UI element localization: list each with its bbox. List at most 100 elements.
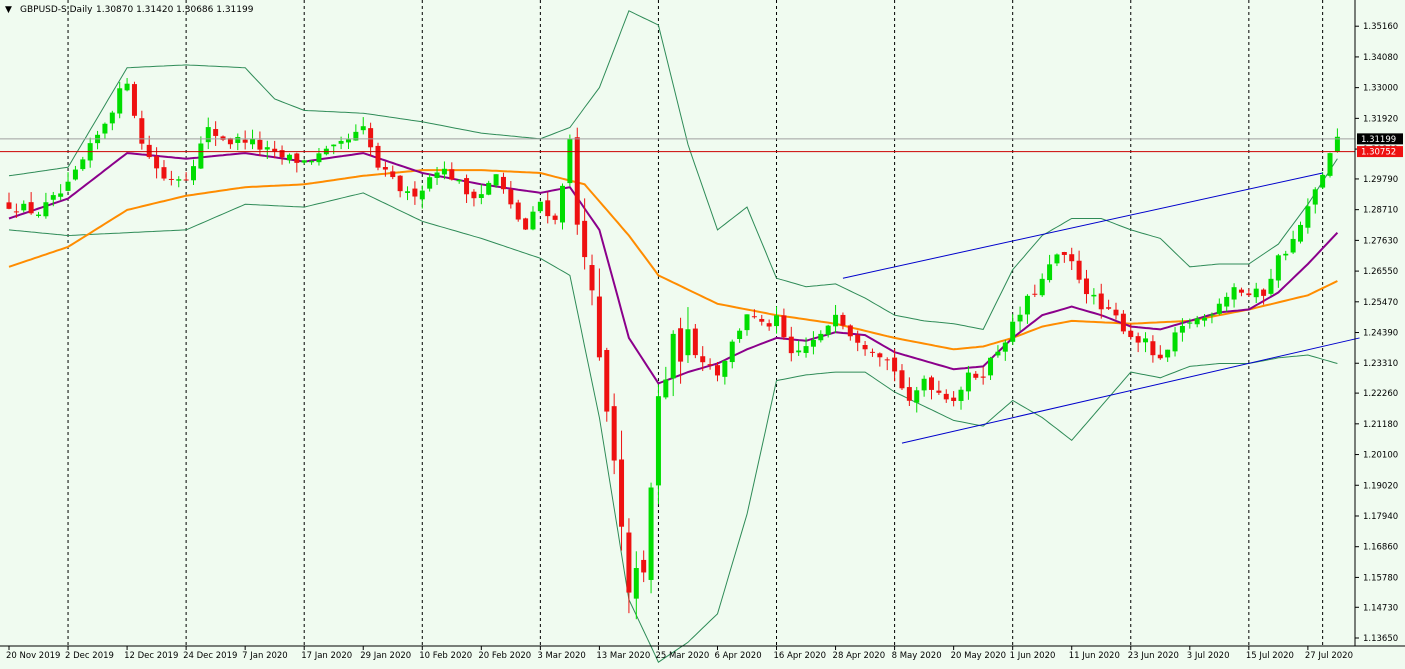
candle-body <box>1209 314 1215 316</box>
candle <box>523 217 529 230</box>
candle-body <box>109 112 115 124</box>
candle-body <box>906 387 912 401</box>
time-tick-label: 25 Mar 2020 <box>655 651 709 661</box>
candle-body <box>486 182 492 195</box>
candle-body <box>685 329 691 356</box>
candle-body <box>272 148 278 152</box>
price-tick-label: 1.31920 <box>1363 114 1398 124</box>
candle-body <box>641 559 647 573</box>
time-tick-label: 3 Mar 2020 <box>537 651 585 661</box>
candle-body <box>1172 332 1178 352</box>
candle-body <box>589 265 595 291</box>
time-tick-label: 11 Jun 2020 <box>1069 651 1120 661</box>
candle-body <box>1150 341 1156 356</box>
candle-body <box>988 357 994 376</box>
candle-body <box>368 128 374 148</box>
time-tick-label: 10 Feb 2020 <box>419 651 472 661</box>
time-tick-label: 3 Jul 2020 <box>1187 651 1230 661</box>
price-tick-label: 1.34080 <box>1363 53 1398 63</box>
candle-body <box>316 153 322 163</box>
candle-body <box>213 129 219 136</box>
candle-body <box>441 168 447 175</box>
candle-body <box>338 140 344 144</box>
candle-body <box>301 160 307 163</box>
candle-body <box>929 377 934 390</box>
candle-body <box>847 325 853 337</box>
candle-body <box>751 316 757 318</box>
candle-body <box>1128 330 1134 338</box>
price-tick-label: 1.33000 <box>1363 84 1398 94</box>
candle-body <box>707 364 713 366</box>
candle-body <box>714 365 720 376</box>
candle-body <box>1017 314 1023 322</box>
candle-body <box>72 169 78 180</box>
time-tick-label: 29 Jan 2020 <box>360 651 411 661</box>
candle-body <box>884 359 890 361</box>
candle-body <box>1179 325 1185 333</box>
candle-body <box>810 339 816 347</box>
candle-body <box>493 174 499 186</box>
candle-body <box>131 84 137 116</box>
candle-body <box>774 315 780 327</box>
candle-body <box>36 214 42 216</box>
candle-body <box>183 179 189 181</box>
candle-body <box>1231 287 1237 300</box>
candle-body <box>552 215 558 220</box>
candle-body <box>1275 255 1281 281</box>
candle-body <box>596 296 602 358</box>
candle-body <box>102 123 108 134</box>
candle-body <box>1165 349 1171 358</box>
candle-body <box>1187 322 1193 324</box>
chart-header: ▼ GBPUSD-S,Daily 1.30870 1.31420 1.30686… <box>5 5 254 15</box>
candle-body <box>951 397 957 401</box>
candle-body <box>1098 293 1104 310</box>
candle-body <box>1202 317 1208 321</box>
candle-body <box>663 379 669 398</box>
time-tick-label: 20 May 2020 <box>951 651 1006 661</box>
candle-body <box>818 333 824 341</box>
candle <box>648 482 654 594</box>
price-chart[interactable]: 1.351601.340801.330001.319201.308401.297… <box>0 0 1405 664</box>
candle-body <box>1327 153 1333 176</box>
candle-body <box>250 138 256 145</box>
candle-body <box>877 353 883 358</box>
price-tick-label: 1.24390 <box>1363 329 1398 339</box>
price-tick-label: 1.15780 <box>1363 573 1398 583</box>
candle-body <box>198 143 204 169</box>
candle-body <box>604 350 610 412</box>
candle-body <box>6 202 12 209</box>
candle-body <box>943 393 949 400</box>
candle-body <box>117 88 123 114</box>
candle <box>604 347 610 422</box>
candle-body <box>1047 264 1053 281</box>
candle-body <box>1135 336 1141 343</box>
price-tick-label: 1.21180 <box>1363 420 1398 430</box>
candle-body <box>537 201 543 212</box>
candle-body <box>759 318 765 322</box>
chart-window[interactable]: 1.351601.340801.330001.319201.308401.297… <box>0 0 1405 664</box>
candle-body <box>1076 260 1082 280</box>
candle-body <box>43 202 49 217</box>
time-tick-label: 23 Jun 2020 <box>1128 651 1179 661</box>
candle-body <box>309 161 315 163</box>
candle-body <box>892 357 898 372</box>
price-tick-label: 1.26550 <box>1363 267 1398 277</box>
candle-body <box>855 334 861 343</box>
candle-body <box>523 218 529 230</box>
candle-body <box>168 178 174 180</box>
candle-body <box>560 185 565 223</box>
candle-body <box>1268 278 1274 294</box>
price-tick-label: 1.25470 <box>1363 298 1398 308</box>
candle-body <box>1157 354 1163 359</box>
candle-body <box>840 314 846 326</box>
candle-body <box>50 195 56 200</box>
candle-body <box>914 390 920 403</box>
candle-body <box>729 341 735 363</box>
candle-body <box>235 136 241 143</box>
candle-body <box>397 175 403 192</box>
candle-body <box>176 179 182 181</box>
candle-body <box>1246 293 1252 296</box>
candle-body <box>1238 289 1244 293</box>
header-triangle-icon[interactable]: ▼ <box>5 5 12 15</box>
candle-body <box>781 315 787 338</box>
